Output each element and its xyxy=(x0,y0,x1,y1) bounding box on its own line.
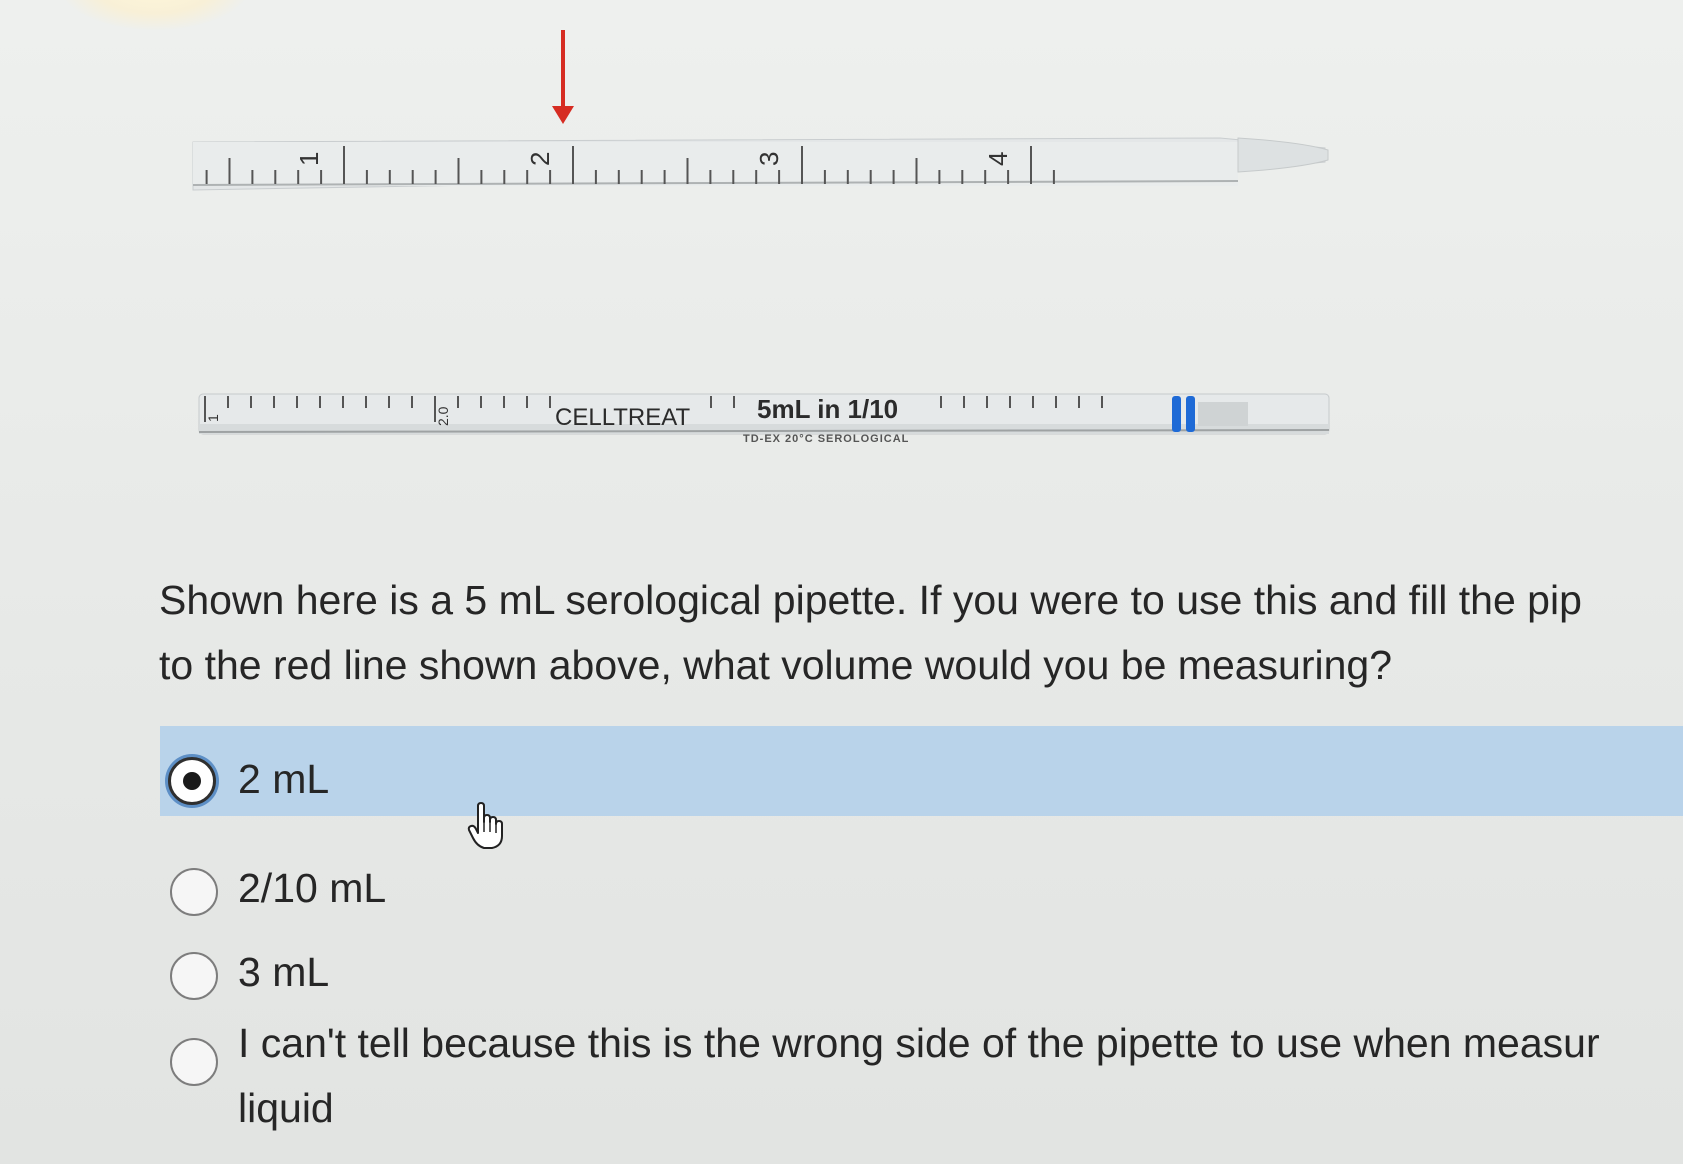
option-2-10-ml[interactable]: 2/10 mL xyxy=(160,842,1683,916)
option-3-ml[interactable]: 3 mL xyxy=(160,926,1683,1000)
question-line-1: Shown here is a 5 mL serological pipette… xyxy=(159,577,1582,623)
pipette-top-label-1: 1 xyxy=(294,152,324,166)
screen: 1 2 3 4 1 2.0 CELLTREAT 5mL in 1/10 TD-E… xyxy=(0,0,1683,1164)
pipette-top-label-4: 4 xyxy=(983,152,1013,166)
red-arrow-marker xyxy=(552,30,574,124)
question-text: Shown here is a 5 mL serological pipette… xyxy=(159,568,1683,698)
question-line-2: to the red line shown above, what volume… xyxy=(159,642,1393,688)
pipette-bottom-small-label-1: 1 xyxy=(205,414,221,422)
radio-button[interactable] xyxy=(170,952,218,1000)
hand-cursor-icon xyxy=(467,802,503,849)
option-label: 3 mL xyxy=(238,949,330,995)
pipette-bottom-small-label-2: 2.0 xyxy=(435,406,451,426)
option-label-line-1: I can't tell because this is the wrong s… xyxy=(238,1020,1600,1066)
radio-button[interactable] xyxy=(170,1038,218,1086)
pipette-top-label-3: 3 xyxy=(754,152,784,166)
pipette-capacity: 5mL in 1/10 xyxy=(757,394,898,424)
option-2-ml[interactable]: 2 mL xyxy=(160,726,1683,816)
option-label-line-2: liquid xyxy=(238,1085,334,1131)
pipette-brand: CELLTREAT xyxy=(555,404,690,431)
pipette-fine-print: TD-EX 20°C SEROLOGICAL xyxy=(743,433,909,445)
pipette-top-label-2: 2 xyxy=(525,152,555,166)
radio-button-selected[interactable] xyxy=(168,757,216,805)
pipette-blue-band xyxy=(1172,396,1181,432)
pipette-top-image: 1 2 3 4 xyxy=(192,30,1329,191)
radio-button[interactable] xyxy=(170,868,218,916)
option-cant-tell[interactable]: I can't tell because this is the wrong s… xyxy=(160,1011,1683,1141)
pipette-bottom-image: 1 2.0 CELLTREAT 5mL in 1/10 TD-EX 20°C S… xyxy=(198,393,1330,445)
option-label: 2 mL xyxy=(238,756,330,802)
option-label: 2/10 mL xyxy=(238,865,387,911)
